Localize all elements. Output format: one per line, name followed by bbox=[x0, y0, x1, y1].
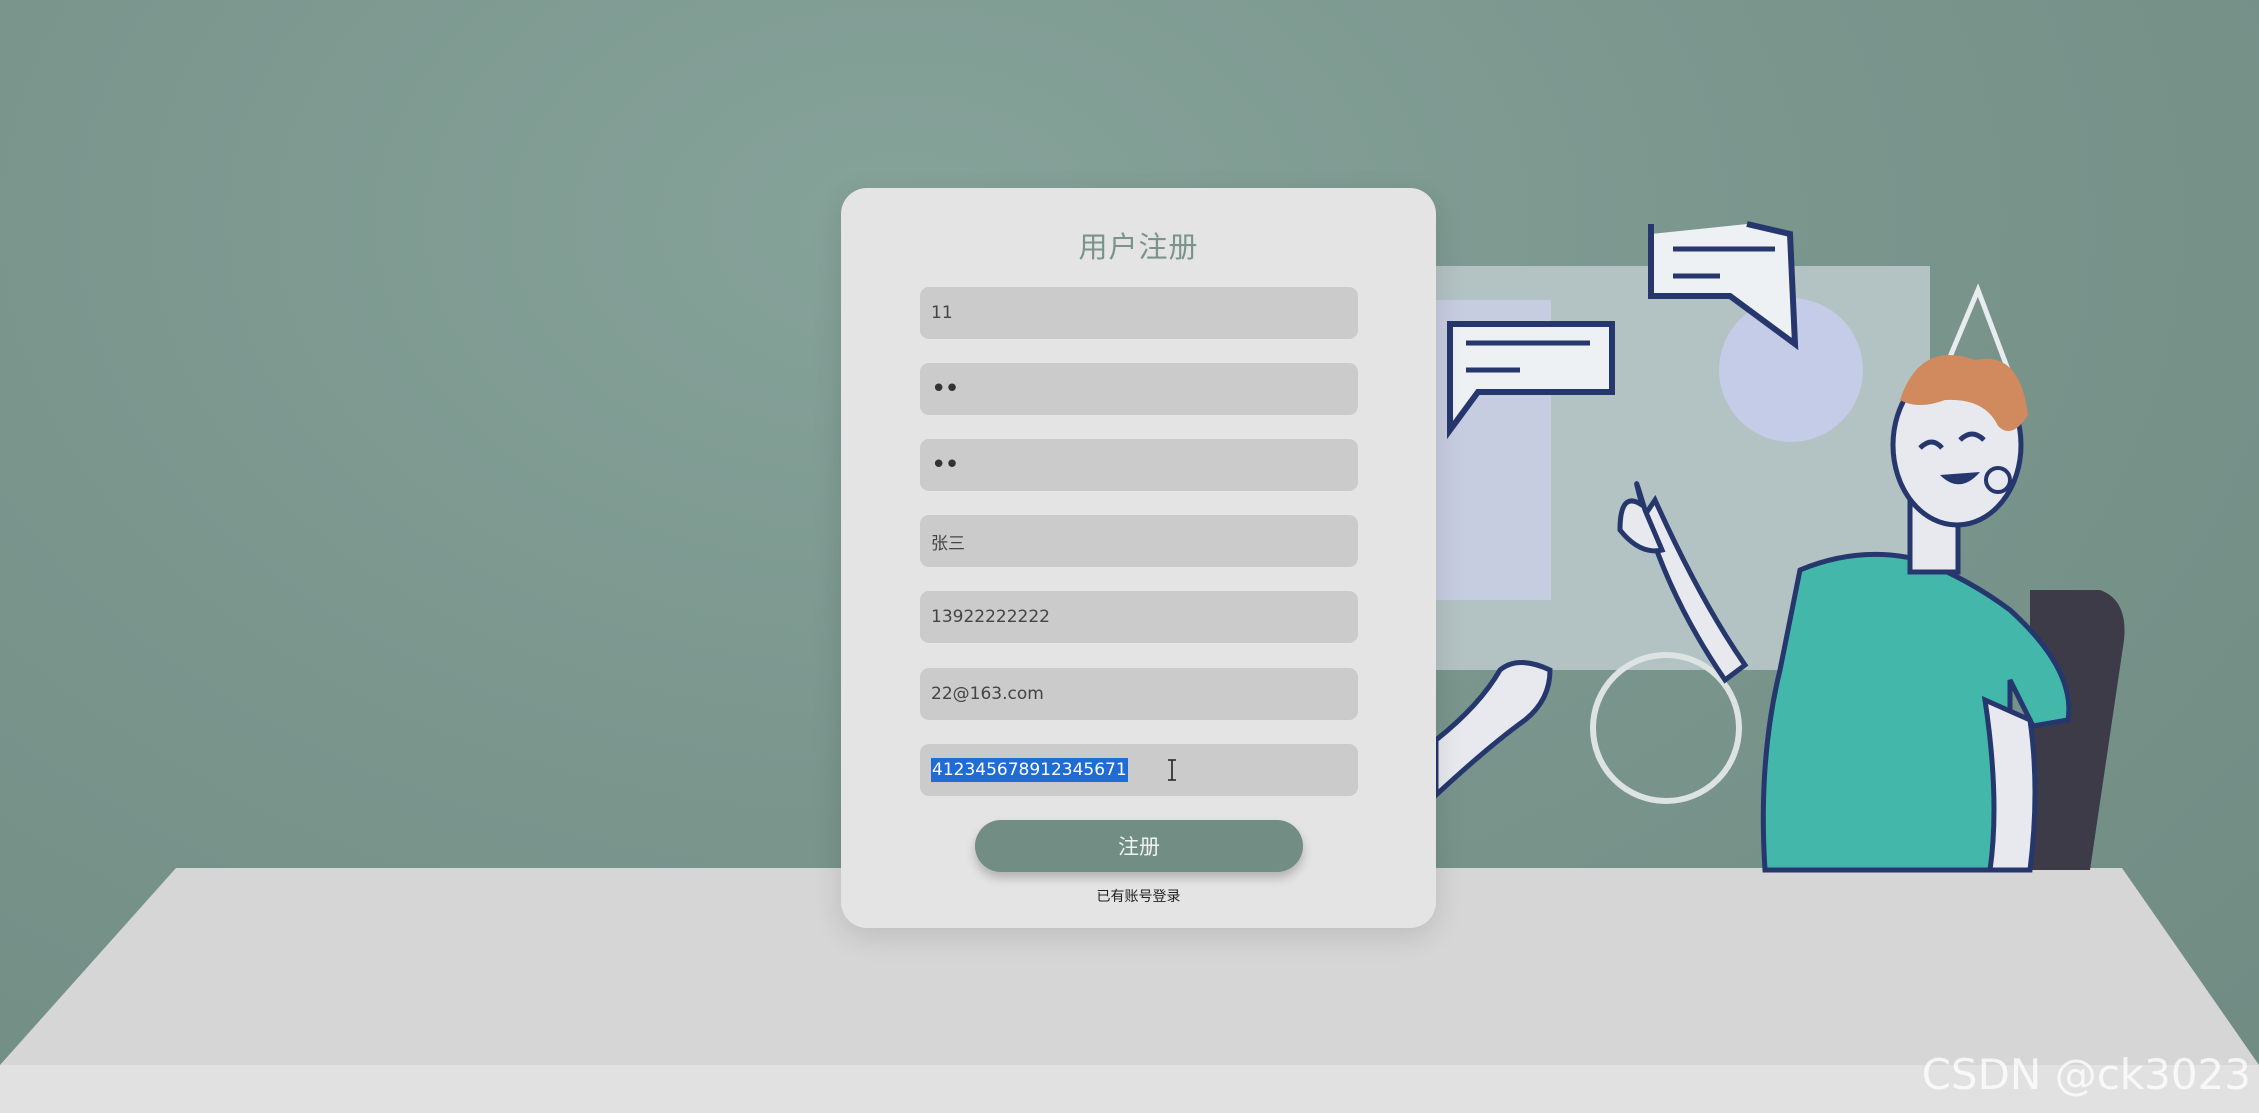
watermark: CSDN @ck3023 bbox=[1921, 1050, 2251, 1099]
login-link[interactable]: 已有账号登录 bbox=[841, 886, 1436, 906]
email-input[interactable]: 22@163.com bbox=[920, 668, 1358, 720]
id-number-value: 412345678912345671 bbox=[931, 758, 1128, 782]
text-cursor-icon bbox=[1168, 759, 1176, 781]
password-value: •• bbox=[931, 374, 960, 404]
username-value: 11 bbox=[931, 303, 953, 323]
id-number-input[interactable]: 412345678912345671 bbox=[920, 744, 1358, 796]
person-illustration bbox=[1433, 221, 2125, 873]
email-value: 22@163.com bbox=[931, 684, 1044, 704]
registration-page: 用户注册 11 •• •• 张三 13922222222 22@163.com … bbox=[0, 0, 2259, 1113]
phone-input[interactable]: 13922222222 bbox=[920, 591, 1358, 643]
confirm-password-value: •• bbox=[931, 450, 960, 480]
register-title: 用户注册 bbox=[1078, 230, 1199, 264]
confirm-password-input[interactable]: •• bbox=[920, 439, 1358, 491]
real-name-value: 张三 bbox=[931, 533, 965, 554]
username-input[interactable]: 11 bbox=[920, 287, 1358, 339]
password-input[interactable]: •• bbox=[920, 363, 1358, 415]
register-button[interactable]: 注册 bbox=[975, 820, 1303, 872]
register-card: 用户注册 11 •• •• 张三 13922222222 22@163.com … bbox=[841, 188, 1436, 928]
real-name-input[interactable]: 张三 bbox=[920, 515, 1358, 567]
phone-value: 13922222222 bbox=[931, 607, 1050, 627]
